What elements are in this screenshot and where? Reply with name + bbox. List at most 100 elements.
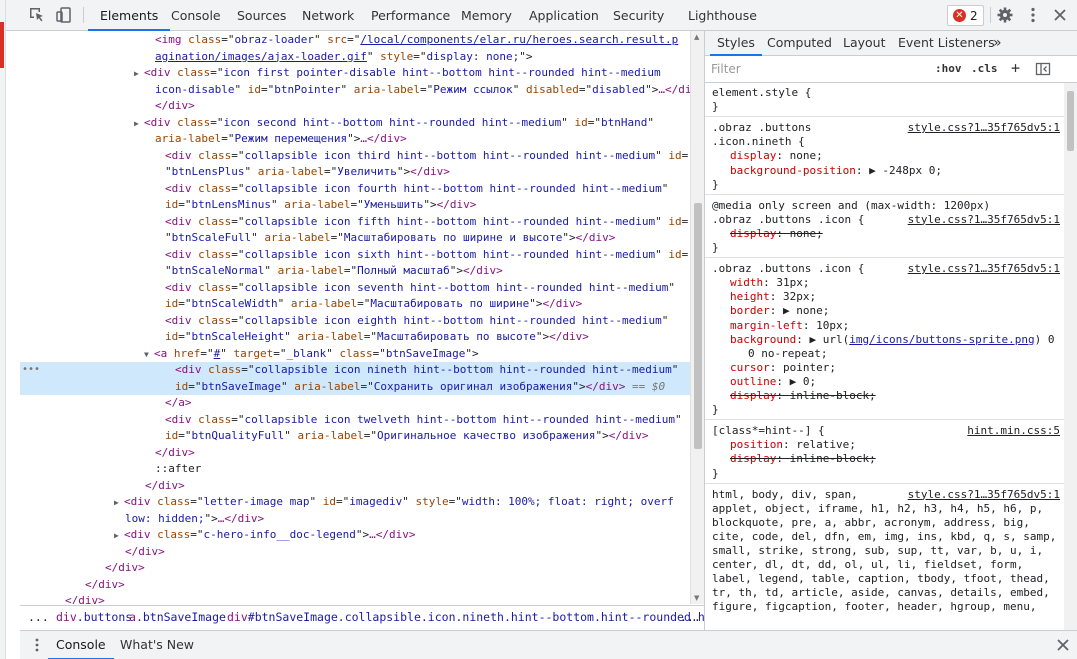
dom-node-line[interactable]: ▶ <div class="letter-image map" id="image… <box>20 494 674 511</box>
rule-selector[interactable]: [class*=hint--] {hint.min.css:5 <box>712 424 1062 438</box>
dom-node-line[interactable]: </div> <box>20 445 195 462</box>
dom-node-line[interactable]: "btnScaleNormal" aria-label="Полный масш… <box>20 263 503 280</box>
rule-close-brace[interactable]: } <box>712 467 1062 481</box>
close-drawer-icon[interactable] <box>1054 636 1072 654</box>
property-value[interactable]: relative; <box>796 438 856 451</box>
dom-node-line[interactable]: </div> <box>20 577 125 594</box>
tab-application[interactable]: Application <box>529 0 599 31</box>
rule-selector[interactable]: tr, th, td, article, aside, canvas, deta… <box>712 586 1062 600</box>
dom-node-line[interactable]: "btnScaleFull" aria-label="Масштабироват… <box>20 230 615 247</box>
rule-close-brace[interactable]: } <box>712 403 1062 417</box>
rule-selector[interactable]: figure, figcaption, footer, header, hgro… <box>712 600 1062 614</box>
property-value[interactable]: inline-block; <box>790 389 876 402</box>
dom-node-line[interactable]: <div class="collapsible icon seventh hin… <box>20 280 675 297</box>
breadcrumb-item-div-buttons[interactable]: div.buttons <box>56 606 132 627</box>
url-link[interactable]: img/icons/buttons-sprite.png <box>849 333 1034 346</box>
dom-node-line[interactable]: id="btnLensMinus" aria-label="Уменьшить"… <box>20 197 476 214</box>
property-name[interactable]: display <box>730 227 776 240</box>
css-property[interactable]: position: relative; <box>712 438 1062 452</box>
settings-gear-icon[interactable] <box>996 6 1014 24</box>
device-toolbar-icon[interactable] <box>55 6 73 24</box>
rule-selector[interactable]: .icon.nineth { <box>712 135 1062 149</box>
close-devtools-icon[interactable] <box>1051 6 1069 24</box>
dom-node-line[interactable]: ▶ <div class="c-hero-info__doc-legend">…<… <box>20 527 415 544</box>
property-name[interactable]: display <box>730 452 776 465</box>
style-rules-list[interactable]: element.style {} .obraz .buttons style.css… <box>705 83 1065 630</box>
dom-node-line[interactable]: <img class="obraz-loader" src="/local/co… <box>20 32 678 49</box>
dom-node-line[interactable]: ••• <div class="collapsible icon nineth h… <box>20 362 690 379</box>
rule-selector[interactable]: .obraz .buttons .icon {style.css?1…35f76… <box>712 262 1062 276</box>
dom-node-line[interactable]: </div> <box>20 560 145 577</box>
dom-node-line[interactable]: aria-label="Режим перемещения">…</div> <box>20 131 407 148</box>
css-property[interactable]: background: ▶ url(img/icons/buttons-spri… <box>712 333 1062 347</box>
tab-console[interactable]: Console <box>171 0 221 31</box>
css-property[interactable]: display: inline-block; <box>712 389 1062 403</box>
tab-security[interactable]: Security <box>613 0 664 31</box>
rule-selector[interactable]: .obraz .buttons .icon {style.css?1…35f76… <box>712 213 1062 227</box>
rule-close-brace[interactable]: } <box>712 100 1062 114</box>
css-property[interactable]: display: none; <box>712 227 1062 241</box>
property-value[interactable]: ▶ 0; <box>790 375 817 388</box>
dom-node-line[interactable]: ▶ <div class="icon first pointer-disable … <box>20 65 661 82</box>
expand-triangle-icon[interactable]: ▶ <box>114 528 124 545</box>
error-count-badge[interactable]: ✕ 2 <box>947 5 984 26</box>
dom-node-line[interactable]: <div class="collapsible icon fourth hint… <box>20 181 668 198</box>
property-name[interactable]: width <box>730 276 763 289</box>
property-value[interactable]: 10px; <box>816 319 849 332</box>
styles-scrollbar-thumb[interactable] <box>1067 91 1074 151</box>
css-property[interactable]: margin-left: 10px; <box>712 319 1062 333</box>
css-property[interactable]: cursor: pointer; <box>712 361 1062 375</box>
css-property[interactable]: border: ▶ none; <box>712 304 1062 318</box>
property-value[interactable]: none; <box>790 149 823 162</box>
styles-scrollbar[interactable] <box>1064 83 1077 630</box>
rule-selector[interactable]: .obraz .buttons style.css?1…35f765dv5:1 <box>712 121 1062 135</box>
property-name[interactable]: position <box>730 438 783 451</box>
class-toggle[interactable]: .cls <box>971 62 998 75</box>
dom-node-line[interactable]: <div class="collapsible icon eighth hint… <box>20 313 668 330</box>
rule-source-link[interactable]: style.css?1…35f765dv5:1 <box>908 488 1060 502</box>
tab-styles[interactable]: Styles <box>710 31 762 56</box>
drawer-menu-icon[interactable] <box>28 636 46 654</box>
elements-scrollbar[interactable]: ▲ ▼ <box>690 31 704 604</box>
breadcrumb-more[interactable]: ... <box>680 606 701 627</box>
property-value[interactable]: none; <box>790 227 823 240</box>
rule-source-link[interactable]: style.css?1…35f765dv5:1 <box>908 213 1060 227</box>
expand-triangle-icon[interactable]: ▶ <box>114 495 124 512</box>
scroll-up-arrow-icon[interactable]: ▲ <box>694 33 699 41</box>
tab-network[interactable]: Network <box>302 0 354 31</box>
rule-close-brace[interactable]: } <box>712 178 1062 192</box>
rule-selector[interactable]: cite, code, del, dfn, em, img, ins, kbd,… <box>712 530 1062 544</box>
dom-node-line[interactable]: agination/images/ajax-loader.gif" style=… <box>20 49 533 66</box>
drawer-tab-console[interactable]: Console <box>48 631 114 659</box>
property-name[interactable]: margin-left <box>730 319 803 332</box>
property-value[interactable]: inline-block; <box>790 452 876 465</box>
scroll-down-arrow-icon[interactable]: ▼ <box>694 594 699 602</box>
rule-close-brace[interactable]: } <box>712 241 1062 255</box>
rule-selector[interactable]: small, strike, strong, sub, sup, tt, var… <box>712 544 1062 558</box>
elements-tree[interactable]: <img class="obraz-loader" src="/local/co… <box>20 31 690 604</box>
css-property[interactable]: display: inline-block; <box>712 452 1062 466</box>
rule-selector[interactable]: html, body, div, span, style.css?1…35f765… <box>712 488 1062 502</box>
dom-node-line[interactable]: </div> <box>20 98 195 115</box>
property-value[interactable]: pointer; <box>783 361 836 374</box>
tab-memory[interactable]: Memory <box>461 0 512 31</box>
property-name[interactable]: height <box>730 290 770 303</box>
tab-elements[interactable]: Elements <box>87 0 171 31</box>
dom-node-line[interactable]: "btnLensPlus" aria-label="Увеличить"></d… <box>20 164 450 181</box>
property-value[interactable]: ▶ none; <box>783 304 829 317</box>
expand-triangle-icon[interactable]: ▶ <box>134 116 144 133</box>
dom-node-line[interactable]: <div class="collapsible icon twelveth hi… <box>20 412 682 429</box>
dom-node-line[interactable]: id="btnQualityFull" aria-label="Оригинал… <box>20 428 649 445</box>
toggle-computed-sidebar-icon[interactable] <box>1035 61 1051 77</box>
dom-node-line[interactable]: ▶ <div class="icon second hint--bottom hi… <box>20 115 654 132</box>
rule-source-link[interactable]: style.css?1…35f765dv5:1 <box>908 121 1060 135</box>
css-property[interactable]: height: 32px; <box>712 290 1062 304</box>
expand-triangle-icon[interactable]: ▶ <box>134 66 144 83</box>
dom-node-line[interactable]: icon-disable" id="btnPointer" aria-label… <box>20 82 690 99</box>
dom-node-line[interactable]: </a> <box>20 395 192 412</box>
property-name[interactable]: border <box>730 304 770 317</box>
property-value[interactable]: 32px; <box>783 290 816 303</box>
property-name[interactable]: background <box>730 333 796 346</box>
rule-selector[interactable]: element.style { <box>712 86 1062 100</box>
rule-selector[interactable]: blockquote, pre, a, abbr, acronym, addre… <box>712 516 1062 530</box>
